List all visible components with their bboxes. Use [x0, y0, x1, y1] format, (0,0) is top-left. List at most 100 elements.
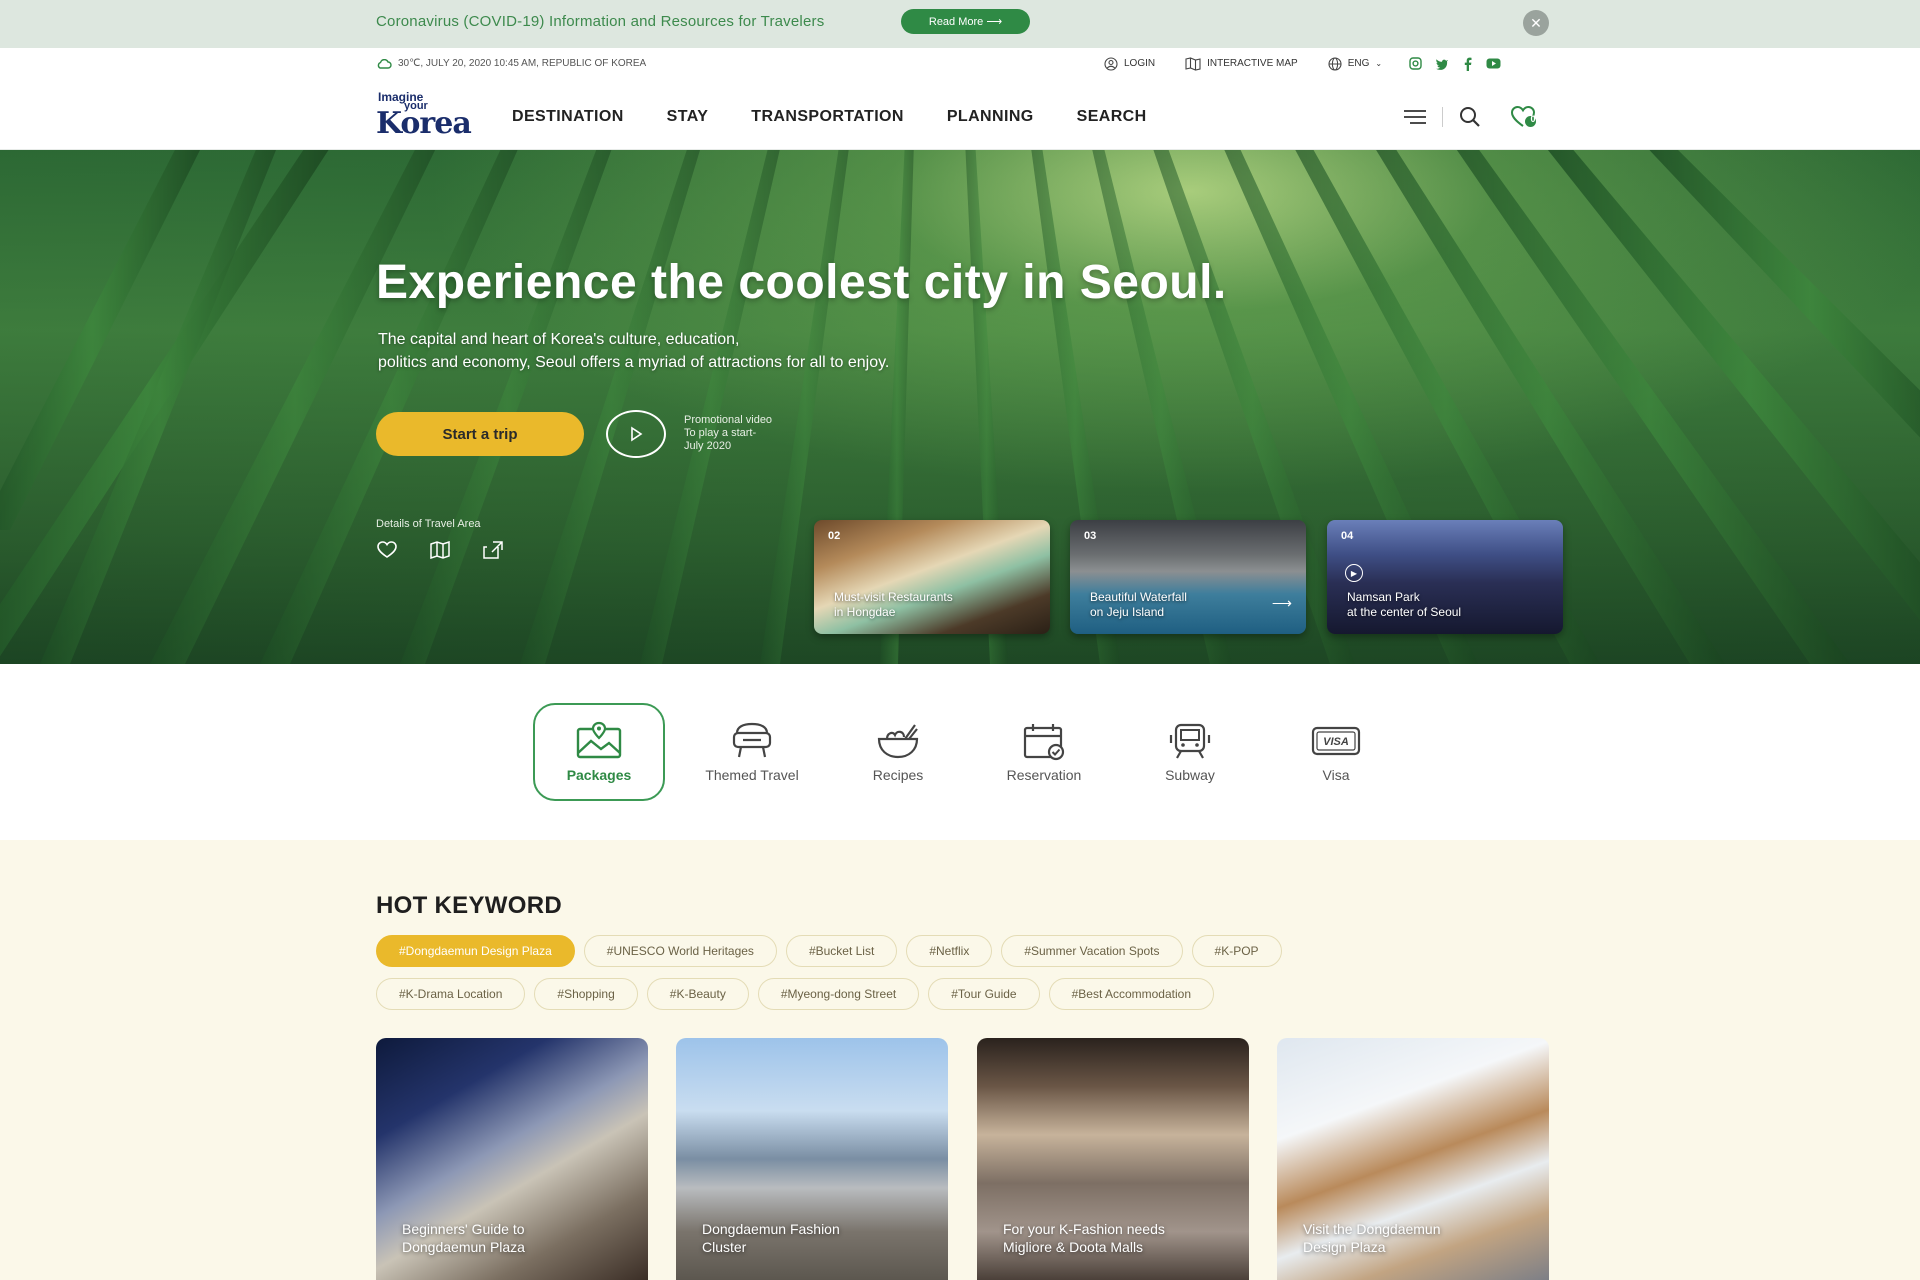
hero-subtitle-line-1: The capital and heart of Korea's culture… — [378, 331, 740, 348]
card-caption: Beautiful Waterfall on Jeju Island — [1090, 590, 1187, 620]
keyword-chip[interactable]: #Bucket List — [785, 935, 898, 967]
twitter-icon[interactable] — [1434, 56, 1449, 71]
hero-subtitle: The capital and heart of Korea's culture… — [378, 328, 1078, 374]
keyword-chip[interactable]: #Summer Vacation Spots — [1001, 935, 1183, 967]
keyword-chip[interactable]: #Netflix — [906, 935, 993, 967]
book-map-icon — [430, 541, 450, 559]
share-icon — [483, 541, 503, 559]
social-links — [1408, 56, 1501, 71]
featured-card-namsan-park[interactable]: 04 ▶ Namsan Park at the center of Seoul — [1327, 520, 1563, 634]
utility-bar: 30℃, JULY 20, 2020 10:45 AM, REPUBLIC OF… — [0, 48, 1920, 82]
keyword-chip[interactable]: #Best Accommodation — [1048, 978, 1215, 1010]
keyword-chip[interactable]: #K-Drama Location — [376, 978, 526, 1010]
share-button[interactable] — [482, 540, 504, 560]
nav-search[interactable]: SEARCH — [1077, 108, 1147, 126]
featured-card-restaurants[interactable]: 02 Must-visit Restaurants in Hongdae — [814, 520, 1050, 634]
hero-subtitle-line-2: politics and economy, Seoul offers a myr… — [378, 354, 890, 371]
notice-close-button[interactable]: ✕ — [1523, 10, 1549, 36]
play-video-button[interactable] — [606, 410, 666, 458]
menu-button[interactable] — [1402, 104, 1428, 130]
card-caption-line-2: at the center of Seoul — [1347, 605, 1462, 619]
map-picture-icon — [576, 721, 622, 759]
heart-outline-icon — [377, 541, 397, 558]
start-trip-button[interactable]: Start a trip — [376, 412, 584, 456]
keyword-card[interactable]: Visit the Dongdaemun Design Plaza — [1277, 1038, 1549, 1280]
youtube-icon[interactable] — [1486, 56, 1501, 71]
category-label: Packages — [566, 767, 632, 783]
keyword-card-caption: Visit the Dongdaemun Design Plaza — [1303, 1220, 1441, 1256]
visa-card-icon: VISA — [1311, 726, 1361, 756]
card-number: 03 — [1084, 530, 1097, 542]
keyword-card[interactable]: For your K-Fashion needs Migliore & Doot… — [977, 1038, 1249, 1280]
language-label: ENG — [1347, 58, 1370, 69]
weather-text: 30℃, JULY 20, 2020 10:45 AM, REPUBLIC OF… — [398, 58, 647, 69]
keyword-card-caption: For your K-Fashion needs Migliore & Doot… — [1003, 1220, 1165, 1256]
details-actions — [376, 540, 504, 560]
nav-destination[interactable]: DESTINATION — [512, 108, 624, 126]
keyword-chip[interactable]: #K-POP — [1191, 935, 1282, 967]
nav-planning[interactable]: PLANNING — [947, 108, 1034, 126]
cloud-icon — [377, 58, 392, 69]
wishlist-count: 0 — [1530, 114, 1536, 124]
hero-banner: Experience the coolest city in Seoul. Th… — [0, 150, 1920, 664]
nav-transportation[interactable]: TRANSPORTATION — [751, 108, 904, 126]
card-caption-line-2: on Jeju Island — [1090, 605, 1165, 619]
nav-stay[interactable]: STAY — [667, 108, 709, 126]
promo-line-2: To play a start- — [684, 427, 757, 439]
keyword-row-2: #K-Drama Location #Shopping #K-Beauty #M… — [376, 978, 1215, 1010]
caption-line-2: Migliore & Doota Malls — [1003, 1239, 1144, 1255]
featured-card-waterfall[interactable]: 03 Beautiful Waterfall on Jeju Island ⟶ — [1070, 520, 1306, 634]
category-packages[interactable]: Packages — [533, 703, 665, 801]
keyword-chip[interactable]: #UNESCO World Heritages — [583, 935, 777, 967]
imagine-your-korea-logo[interactable]: Imagine your Korea — [376, 90, 472, 141]
language-selector[interactable]: ENG ⌄ — [1328, 56, 1382, 71]
vr-headset-icon — [732, 722, 772, 758]
like-button[interactable] — [376, 540, 398, 560]
keyword-chip[interactable]: #Shopping — [534, 978, 638, 1010]
login-label: LOGIN — [1124, 58, 1156, 69]
promo-line-1: Promotional video — [684, 414, 773, 426]
globe-icon — [1328, 56, 1342, 71]
wishlist-button[interactable]: 0 — [1511, 104, 1537, 130]
user-icon — [1104, 56, 1118, 71]
card-caption-line-1: Namsan Park — [1347, 590, 1420, 604]
login-link[interactable]: LOGIN — [1104, 56, 1156, 71]
category-themed-travel[interactable]: Themed Travel — [679, 703, 825, 801]
hamburger-menu-icon — [1404, 110, 1426, 124]
hot-keyword-section: HOT KEYWORD #Dongdaemun Design Plaza #UN… — [0, 840, 1920, 1280]
caption-line-1: For your K-Fashion needs — [1003, 1221, 1165, 1237]
play-circle-icon: ▶ — [1345, 564, 1363, 582]
category-label: Visa — [1322, 767, 1350, 783]
keyword-chip[interactable]: #Dongdaemun Design Plaza — [376, 935, 575, 967]
map-button[interactable] — [429, 540, 451, 560]
main-nav: DESTINATION STAY TRANSPORTATION PLANNING… — [512, 108, 1147, 126]
keyword-chip[interactable]: #K-Beauty — [646, 978, 749, 1010]
arrow-right-icon: ⟶ — [1271, 595, 1292, 611]
search-icon — [1460, 107, 1480, 127]
category-visa[interactable]: VISA Visa — [1263, 703, 1409, 801]
category-label: Reservation — [1006, 767, 1082, 783]
keyword-chip[interactable]: #Tour Guide — [928, 978, 1040, 1010]
card-caption: Must-visit Restaurants in Hongdae — [834, 590, 953, 620]
category-recipes[interactable]: Recipes — [825, 703, 971, 801]
map-label: INTERACTIVE MAP — [1207, 58, 1298, 69]
category-label: Recipes — [872, 767, 924, 783]
details-travel-area-label: Details of Travel Area — [376, 518, 481, 530]
instagram-icon[interactable] — [1408, 56, 1423, 71]
category-subway[interactable]: Subway — [1117, 703, 1263, 801]
interactive-map-link[interactable]: INTERACTIVE MAP — [1185, 56, 1298, 71]
hot-keyword-title: HOT KEYWORD — [376, 892, 562, 919]
category-reservation[interactable]: Reservation — [971, 703, 1117, 801]
facebook-icon[interactable] — [1460, 56, 1475, 71]
search-button[interactable] — [1457, 104, 1483, 130]
card-caption-line-1: Must-visit Restaurants — [834, 590, 953, 604]
weather-info: 30℃, JULY 20, 2020 10:45 AM, REPUBLIC OF… — [376, 58, 646, 69]
keyword-card[interactable]: Dongdaemun Fashion Cluster — [676, 1038, 948, 1280]
notice-text: Coronavirus (COVID-19) Information and R… — [376, 13, 825, 30]
logo-text-korea: Korea — [376, 106, 472, 141]
map-icon — [1185, 56, 1201, 71]
caption-line-2: Design Plaza — [1303, 1239, 1386, 1255]
keyword-chip[interactable]: #Myeong-dong Street — [757, 978, 920, 1010]
read-more-button[interactable]: Read More ⟶ — [901, 9, 1030, 34]
keyword-card[interactable]: Beginners' Guide to Dongdaemun Plaza — [376, 1038, 648, 1280]
